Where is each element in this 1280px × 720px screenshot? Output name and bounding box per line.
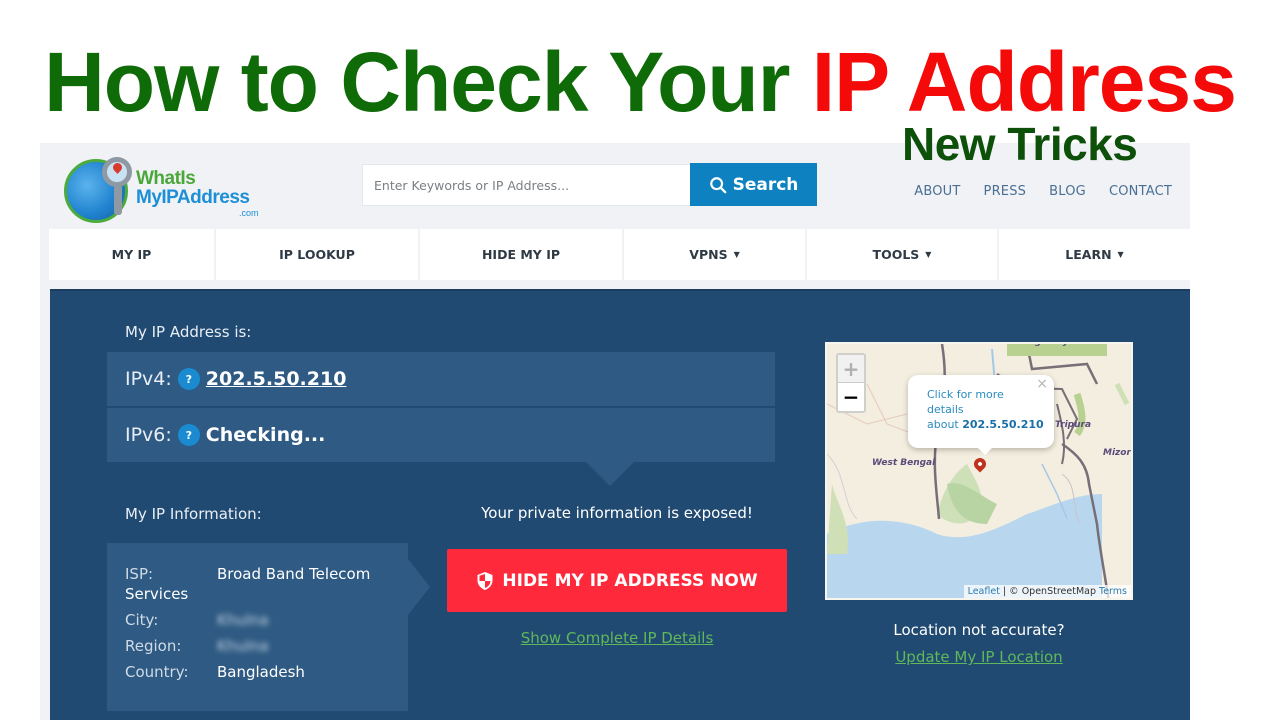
show-details-link[interactable]: Show Complete IP Details [447, 629, 787, 647]
ip-box-pointer [586, 462, 634, 486]
nav-label: MY IP [111, 247, 152, 262]
search-button[interactable]: Search [690, 163, 817, 206]
location-question: Location not accurate? [893, 621, 1065, 639]
map-attribution: Leaflet | © OpenStreetMap Terms [963, 585, 1131, 598]
ipv6-row: IPv6: ? Checking... [107, 408, 775, 462]
info-row-region: Region: Khulna [125, 633, 408, 659]
nav-my-ip[interactable]: MY IP [49, 229, 214, 280]
link-press[interactable]: PRESS [984, 184, 1027, 199]
ipv6-value: Checking... [205, 424, 326, 446]
ipv6-label: IPv6: [125, 424, 172, 446]
region-label: Region: [125, 637, 182, 655]
attribution-osm: | © OpenStreetMap [999, 586, 1100, 597]
country-value: Bangladesh [217, 663, 305, 681]
nav-ip-lookup[interactable]: IP LOOKUP [216, 229, 418, 280]
exposed-warning: Your private information is exposed! [481, 504, 753, 522]
ip-panel: My IP Address is: IPv4: ? 202.5.50.210 I… [50, 289, 1190, 720]
title-part-red: IP Address [811, 35, 1237, 129]
city-label: City: [125, 611, 159, 629]
video-title: How to Check Your IP Address [0, 34, 1280, 130]
ipv4-label: IPv4: [125, 368, 172, 390]
search-input[interactable] [362, 164, 690, 206]
nav-tools[interactable]: TOOLS ▼ [807, 229, 997, 280]
caret-down-icon: ▼ [1117, 250, 1124, 259]
link-contact[interactable]: CONTACT [1109, 184, 1172, 199]
popup-line2: details [927, 403, 964, 416]
main-nav: MY IP IP LOOKUP HIDE MY IP VPNS ▼ TOOLS ▼ … [49, 229, 1190, 280]
isp-value: Broad Band Telecom [217, 565, 371, 583]
region-value: Khulna [217, 637, 269, 655]
nav-label: LEARN [1065, 247, 1112, 262]
zoom-out-button[interactable]: − [838, 383, 864, 411]
nav-label: IP LOOKUP [279, 247, 355, 262]
map-label-meghalaya: Meghalaya [1020, 342, 1075, 347]
terms-link[interactable]: Terms [1099, 586, 1127, 597]
shield-icon [477, 571, 493, 590]
popup-tip [977, 447, 993, 455]
hide-button-label: HIDE MY IP ADDRESS NOW [502, 570, 758, 591]
popup-line1: Click for more [927, 388, 1004, 401]
close-icon[interactable]: × [1036, 377, 1048, 392]
map-label-west-bengal: West Bengal [872, 458, 936, 468]
video-subtitle: New Tricks [902, 118, 1138, 170]
city-value: Khulna [217, 611, 269, 629]
hide-my-ip-button[interactable]: HIDE MY IP ADDRESS NOW [447, 549, 787, 612]
logo-text-myipaddress: MyIPAddress [136, 187, 250, 208]
logo-text-whatis: WhatIs [136, 168, 196, 189]
update-location-link[interactable]: Update My IP Location [825, 648, 1133, 666]
caret-down-icon: ▼ [733, 250, 740, 259]
title-part-green: How to Check Your [44, 35, 790, 129]
nav-vpns[interactable]: VPNS ▼ [624, 229, 805, 280]
search-button-label: Search [732, 174, 799, 195]
info-heading: My IP Information: [125, 505, 262, 523]
nav-label: HIDE MY IP [481, 247, 561, 262]
logo-text-com: .com [239, 208, 259, 218]
help-icon[interactable]: ? [177, 368, 200, 390]
country-label: Country: [125, 663, 189, 681]
ip-box: IPv4: ? 202.5.50.210 IPv6: ? Checking... [107, 352, 775, 462]
zoom-in-button[interactable]: + [838, 355, 864, 383]
popup-line3: about 202.5.50.210 [927, 417, 1054, 432]
ipv4-row: IPv4: ? 202.5.50.210 [107, 352, 775, 406]
map-popup[interactable]: × Click for more details about 202.5.50.… [908, 375, 1054, 448]
map-zoom-control: + − [836, 353, 866, 413]
leaflet-link[interactable]: Leaflet [968, 586, 1000, 597]
search-icon [709, 176, 726, 193]
map-label-mizoram: Mizora [1103, 448, 1131, 458]
nav-learn[interactable]: LEARN ▼ [999, 229, 1190, 280]
magnifier-handle [114, 185, 122, 215]
popup-ip: 202.5.50.210 [962, 418, 1044, 431]
nav-label: TOOLS [872, 247, 920, 262]
ipv4-value[interactable]: 202.5.50.210 [206, 368, 347, 390]
nav-label: VPNS [689, 247, 728, 262]
popup-prefix: about [927, 418, 959, 431]
link-about[interactable]: ABOUT [914, 184, 960, 199]
info-box-pointer [408, 559, 430, 615]
info-row-city: City: Khulna [125, 607, 408, 633]
ip-info-box: ISP: Broad Band Telecom Services City: K… [107, 543, 408, 711]
link-blog[interactable]: BLOG [1049, 184, 1086, 199]
site-logo[interactable]: WhatIs MyIPAddress .com [64, 157, 274, 227]
map-label-tripura: Tripura [1055, 420, 1092, 430]
help-icon[interactable]: ? [177, 424, 200, 446]
isp-value-wrap: Services [125, 585, 189, 603]
info-row-country: Country: Bangladesh [125, 659, 408, 685]
ip-heading: My IP Address is: [125, 323, 252, 341]
top-links: ABOUT PRESS BLOG CONTACT [914, 184, 1172, 199]
website-screenshot: WhatIs MyIPAddress .com Search ABOUT PRE… [40, 143, 1190, 720]
location-map[interactable]: West Bengal Tripura Mizora Meghalaya + −… [825, 342, 1133, 600]
nav-hide-my-ip[interactable]: HIDE MY IP [420, 229, 622, 280]
caret-down-icon: ▼ [925, 250, 932, 259]
